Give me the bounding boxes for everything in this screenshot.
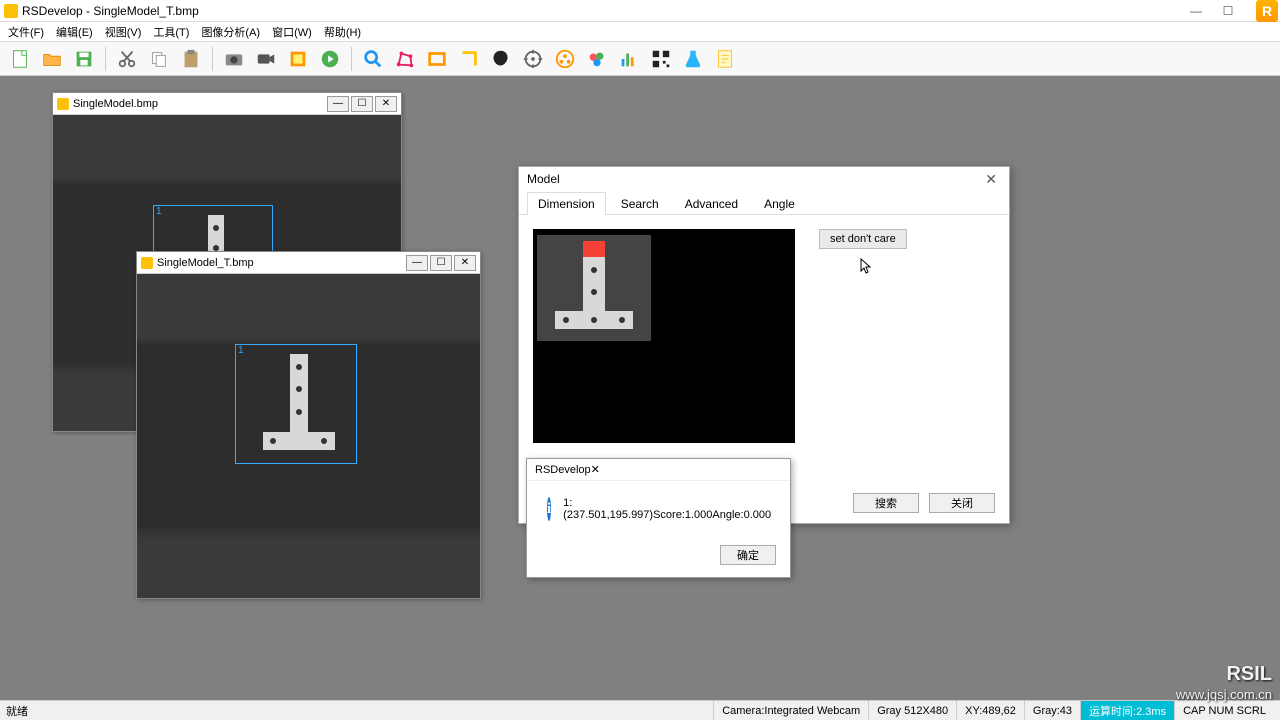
child1-title: SingleModel.bmp bbox=[73, 98, 158, 110]
brand-logo: R bbox=[1256, 0, 1278, 22]
tab-advanced[interactable]: Advanced bbox=[674, 192, 749, 215]
blob-icon[interactable] bbox=[487, 45, 515, 73]
model-preview bbox=[533, 229, 795, 443]
toolbar bbox=[0, 42, 1280, 76]
save-icon[interactable] bbox=[70, 45, 98, 73]
child2-canvas[interactable]: 1 bbox=[137, 274, 480, 598]
zoom-icon[interactable] bbox=[359, 45, 387, 73]
notes-icon[interactable] bbox=[711, 45, 739, 73]
tab-dimension[interactable]: Dimension bbox=[527, 192, 606, 215]
video-icon[interactable] bbox=[252, 45, 280, 73]
camera-icon[interactable] bbox=[220, 45, 248, 73]
open-icon[interactable] bbox=[38, 45, 66, 73]
model-tabs: Dimension Search Advanced Angle bbox=[519, 191, 1009, 215]
tab-search[interactable]: Search bbox=[610, 192, 670, 215]
maximize-button[interactable]: ☐ bbox=[1212, 4, 1244, 18]
menu-file[interactable]: 文件(F) bbox=[4, 24, 48, 40]
message-ok-button[interactable]: 确定 bbox=[720, 545, 776, 565]
new-icon[interactable] bbox=[6, 45, 34, 73]
model-close-button[interactable]: 关闭 bbox=[929, 493, 995, 513]
model-dialog-title: Model bbox=[527, 172, 560, 186]
menu-edit[interactable]: 编辑(E) bbox=[52, 24, 97, 40]
menu-view[interactable]: 视图(V) bbox=[101, 24, 146, 40]
main-titlebar: RSDevelop - SingleModel_T.bmp — ☐ ✕ bbox=[0, 0, 1280, 22]
histogram-icon[interactable] bbox=[615, 45, 643, 73]
message-title: RSDevelop bbox=[535, 464, 591, 476]
minimize-button[interactable]: — bbox=[1180, 4, 1212, 18]
info-icon: i bbox=[547, 497, 551, 521]
child1-titlebar[interactable]: SingleModel.bmp — ☐ ✕ bbox=[53, 93, 401, 115]
play-icon[interactable] bbox=[316, 45, 344, 73]
settings-icon[interactable] bbox=[284, 45, 312, 73]
menu-window[interactable]: 窗口(W) bbox=[268, 24, 316, 40]
cut-icon[interactable] bbox=[113, 45, 141, 73]
model-dialog-titlebar[interactable]: Model ✕ bbox=[519, 167, 1009, 191]
menu-image[interactable]: 图像分析(A) bbox=[197, 24, 264, 40]
doc-icon bbox=[57, 98, 69, 110]
child1-close[interactable]: ✕ bbox=[375, 96, 397, 112]
paste-icon[interactable] bbox=[177, 45, 205, 73]
target-icon[interactable] bbox=[519, 45, 547, 73]
color-icon[interactable] bbox=[583, 45, 611, 73]
app-icon bbox=[4, 4, 18, 18]
copy-icon[interactable] bbox=[145, 45, 173, 73]
message-titlebar[interactable]: RSDevelop ✕ bbox=[527, 459, 790, 481]
workspace: SingleModel.bmp — ☐ ✕ 1 SingleMod bbox=[0, 78, 1280, 700]
roi-1-label: 1 bbox=[156, 206, 162, 217]
child1-max[interactable]: ☐ bbox=[351, 96, 373, 112]
status-ready: 就绪 bbox=[6, 703, 28, 719]
status-xy: XY:489,62 bbox=[956, 701, 1024, 720]
doc-icon bbox=[141, 257, 153, 269]
child-window-2: SingleModel_T.bmp — ☐ ✕ 1 bbox=[136, 251, 481, 599]
part-t-2 bbox=[263, 354, 335, 454]
corner-icon[interactable] bbox=[455, 45, 483, 73]
message-text: 1:(237.501,195.997)Score:1.000Angle:0.00… bbox=[563, 497, 771, 521]
child2-min[interactable]: — bbox=[406, 255, 428, 271]
child2-title: SingleModel_T.bmp bbox=[157, 257, 254, 269]
model-search-button[interactable]: 搜索 bbox=[853, 493, 919, 513]
tab-angle[interactable]: Angle bbox=[753, 192, 806, 215]
message-close-icon[interactable]: ✕ bbox=[591, 463, 600, 476]
model-icon[interactable] bbox=[551, 45, 579, 73]
child2-max[interactable]: ☐ bbox=[430, 255, 452, 271]
statusbar: 就绪 Camera:Integrated Webcam Gray 512X480… bbox=[0, 700, 1280, 720]
status-timing: 运算时间:2.3ms bbox=[1080, 701, 1174, 720]
set-dont-care-button[interactable]: set don't care bbox=[819, 229, 907, 249]
watermark-1: RSIL bbox=[1226, 663, 1272, 686]
roi-2-label: 1 bbox=[238, 345, 244, 356]
menu-tool[interactable]: 工具(T) bbox=[149, 24, 193, 40]
status-flags: CAP NUM SCRL bbox=[1174, 701, 1274, 720]
qr-icon[interactable] bbox=[647, 45, 675, 73]
child2-titlebar[interactable]: SingleModel_T.bmp — ☐ ✕ bbox=[137, 252, 480, 274]
status-gray-val: Gray:43 bbox=[1024, 701, 1080, 720]
watermark-2: www.jqsj.com.cn bbox=[1176, 687, 1272, 702]
polygon-icon[interactable] bbox=[391, 45, 419, 73]
status-camera: Camera:Integrated Webcam bbox=[713, 701, 868, 720]
model-dialog-close-icon[interactable]: ✕ bbox=[981, 171, 1001, 188]
flask-icon[interactable] bbox=[679, 45, 707, 73]
menubar: 文件(F) 编辑(E) 视图(V) 工具(T) 图像分析(A) 窗口(W) 帮助… bbox=[0, 22, 1280, 42]
model-preview-inner bbox=[537, 235, 651, 341]
menu-help[interactable]: 帮助(H) bbox=[320, 24, 365, 40]
child1-min[interactable]: — bbox=[327, 96, 349, 112]
message-box: RSDevelop ✕ i 1:(237.501,195.997)Score:1… bbox=[526, 458, 791, 578]
child2-close[interactable]: ✕ bbox=[454, 255, 476, 271]
status-gray-size: Gray 512X480 bbox=[868, 701, 956, 720]
rect-icon[interactable] bbox=[423, 45, 451, 73]
app-title: RSDevelop - SingleModel_T.bmp bbox=[22, 4, 199, 18]
